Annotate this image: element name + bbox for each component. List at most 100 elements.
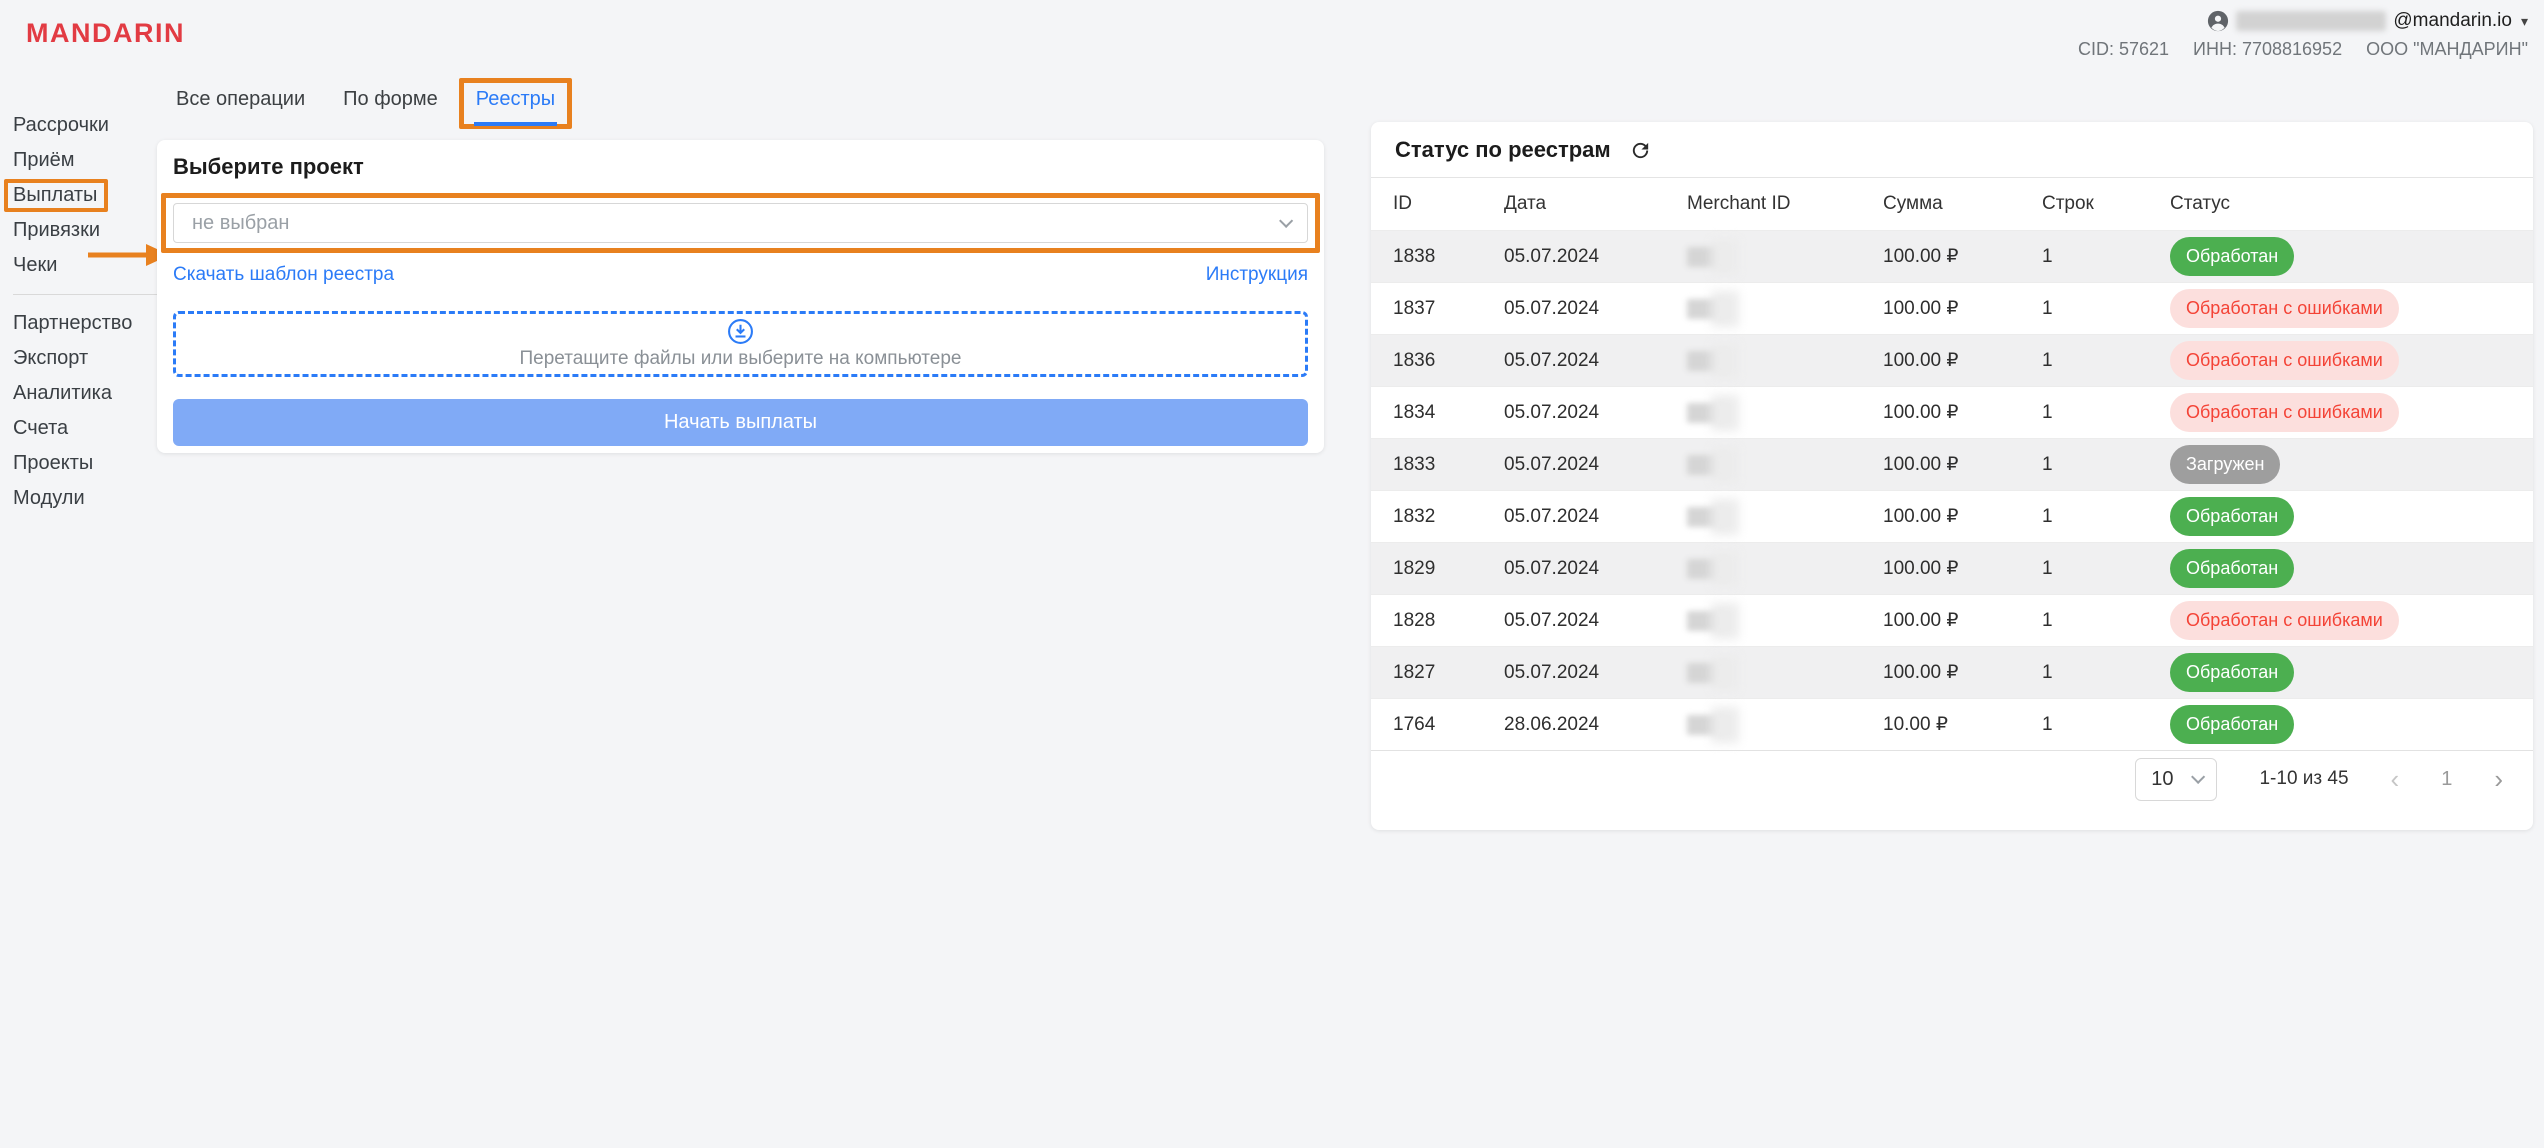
instruction-link[interactable]: Инструкция <box>1206 264 1308 286</box>
cell-amount: 100.00 ₽ <box>1883 557 2042 580</box>
redacted-block <box>1711 707 1739 743</box>
cell-date: 05.07.2024 <box>1504 558 1687 580</box>
cell-date: 05.07.2024 <box>1504 610 1687 632</box>
cell-lines: 1 <box>2042 610 2170 632</box>
annotation-select-highlight: не выбран <box>161 193 1320 253</box>
inn-label: ИНН: 7708816952 <box>2193 39 2342 60</box>
sidebar-item-проекты[interactable]: Проекты <box>13 446 93 481</box>
registry-table-body: 183805.07.2024100.00 ₽1Обработан183705.0… <box>1371 230 2533 750</box>
download-template-link[interactable]: Скачать шаблон реестра <box>173 264 394 286</box>
status-badge: Обработан с ошибками <box>2170 393 2399 432</box>
cell-id: 1837 <box>1393 298 1504 320</box>
cell-amount: 100.00 ₽ <box>1883 661 2042 684</box>
cell-amount: 10.00 ₽ <box>1883 713 2042 736</box>
cell-status: Обработан <box>2170 237 2533 276</box>
cell-date: 28.06.2024 <box>1504 714 1687 736</box>
cell-amount: 100.00 ₽ <box>1883 349 2042 372</box>
sidebar-divider <box>13 294 160 295</box>
cell-id: 1832 <box>1393 506 1504 528</box>
sidebar-item-чеки[interactable]: Чеки <box>13 248 57 283</box>
redacted-block <box>1711 655 1739 691</box>
org-label: ООО "МАНДАРИН" <box>2366 39 2528 60</box>
redacted-block <box>1711 343 1739 379</box>
account-menu[interactable]: @mandarin.io ▾ <box>2207 10 2528 32</box>
table-row: 182805.07.2024100.00 ₽1Обработан с ошибк… <box>1371 594 2533 646</box>
cell-status: Обработан с ошибками <box>2170 289 2533 328</box>
project-select[interactable]: не выбран <box>173 203 1308 243</box>
project-select-value: не выбран <box>192 212 289 235</box>
cell-date: 05.07.2024 <box>1504 298 1687 320</box>
redacted-block <box>1711 291 1739 327</box>
page-size-select[interactable]: 10 <box>2135 758 2217 801</box>
cell-lines: 1 <box>2042 246 2170 268</box>
tab-реестры[interactable]: Реестры <box>476 88 555 126</box>
next-page-button[interactable]: › <box>2494 766 2503 792</box>
redacted-block <box>1711 239 1739 275</box>
cell-id: 1838 <box>1393 246 1504 268</box>
cell-date: 05.07.2024 <box>1504 454 1687 476</box>
cell-date: 05.07.2024 <box>1504 246 1687 268</box>
cell-lines: 1 <box>2042 350 2170 372</box>
cell-id: 1764 <box>1393 714 1504 736</box>
caret-down-icon: ▾ <box>2521 13 2528 30</box>
column-header: Сумма <box>1883 193 2042 215</box>
cell-merchant-id-redacted <box>1687 655 1883 691</box>
status-badge: Обработан с ошибками <box>2170 289 2399 328</box>
cell-merchant-id-redacted <box>1687 343 1883 379</box>
cell-amount: 100.00 ₽ <box>1883 505 2042 528</box>
sidebar-item-выплаты[interactable]: Выплаты <box>13 178 97 213</box>
column-header: ID <box>1393 193 1504 215</box>
sidebar-item-модули[interactable]: Модули <box>13 481 85 516</box>
chevron-down-icon <box>1279 214 1293 228</box>
cell-lines: 1 <box>2042 714 2170 736</box>
sidebar-item-рассрочки[interactable]: Рассрочки <box>13 108 109 143</box>
cell-merchant-id-redacted <box>1687 447 1883 483</box>
current-page[interactable]: 1 <box>2441 768 2452 791</box>
refresh-icon[interactable] <box>1629 139 1652 162</box>
column-header: Merchant ID <box>1687 193 1883 215</box>
tab-все операции[interactable]: Все операции <box>176 88 305 126</box>
redacted-block <box>1711 447 1739 483</box>
cell-status: Обработан с ошибками <box>2170 601 2533 640</box>
cid-label: CID: 57621 <box>2078 39 2169 60</box>
sidebar-item-партнерство[interactable]: Партнерство <box>13 306 132 341</box>
cell-lines: 1 <box>2042 402 2170 424</box>
start-payouts-button[interactable]: Начать выплаты <box>173 399 1308 446</box>
table-row: 182705.07.2024100.00 ₽1Обработан <box>1371 646 2533 698</box>
page-size-value: 10 <box>2151 768 2173 791</box>
column-header: Дата <box>1504 193 1687 215</box>
file-dropzone[interactable]: Перетащите файлы или выберите на компьют… <box>173 311 1308 377</box>
sidebar-item-приём[interactable]: Приём <box>13 143 75 178</box>
email-redacted <box>2236 11 2386 31</box>
cell-id: 1829 <box>1393 558 1504 580</box>
email-domain: @mandarin.io <box>2393 10 2512 32</box>
cell-id: 1836 <box>1393 350 1504 372</box>
redacted-block <box>1711 603 1739 639</box>
status-panel-head: Статус по реестрам <box>1371 122 2533 177</box>
status-badge: Загружен <box>2170 445 2280 484</box>
cell-status: Обработан с ошибками <box>2170 341 2533 380</box>
cell-amount: 100.00 ₽ <box>1883 609 2042 632</box>
cell-merchant-id-redacted <box>1687 291 1883 327</box>
account-circle-icon <box>2207 10 2229 32</box>
tab-по форме[interactable]: По форме <box>343 88 438 126</box>
sidebar-item-счета[interactable]: Счета <box>13 411 68 446</box>
table-row: 183405.07.2024100.00 ₽1Обработан с ошибк… <box>1371 386 2533 438</box>
tab-bar: Все операции По форме Реестры <box>176 88 555 126</box>
status-badge: Обработан <box>2170 549 2294 588</box>
sidebar-item-аналитика[interactable]: Аналитика <box>13 376 112 411</box>
sidebar: РассрочкиПриёмВыплатыПривязкиЧекиПартнер… <box>13 108 163 516</box>
sidebar-item-экспорт[interactable]: Экспорт <box>13 341 88 376</box>
prev-page-button[interactable]: ‹ <box>2391 766 2400 792</box>
table-row: 183705.07.2024100.00 ₽1Обработан с ошибк… <box>1371 282 2533 334</box>
cell-status: Обработан <box>2170 653 2533 692</box>
cell-date: 05.07.2024 <box>1504 350 1687 372</box>
cell-status: Обработан <box>2170 705 2533 744</box>
cell-merchant-id-redacted <box>1687 707 1883 743</box>
chevron-down-icon <box>2192 770 2206 784</box>
cell-date: 05.07.2024 <box>1504 662 1687 684</box>
brand-logo[interactable]: MANDARIN <box>26 18 185 49</box>
account-details: CID: 57621 ИНН: 7708816952 ООО "МАНДАРИН… <box>2078 39 2528 60</box>
cell-id: 1827 <box>1393 662 1504 684</box>
table-row: 176428.06.2024 10.00 ₽1Обработан <box>1371 698 2533 750</box>
